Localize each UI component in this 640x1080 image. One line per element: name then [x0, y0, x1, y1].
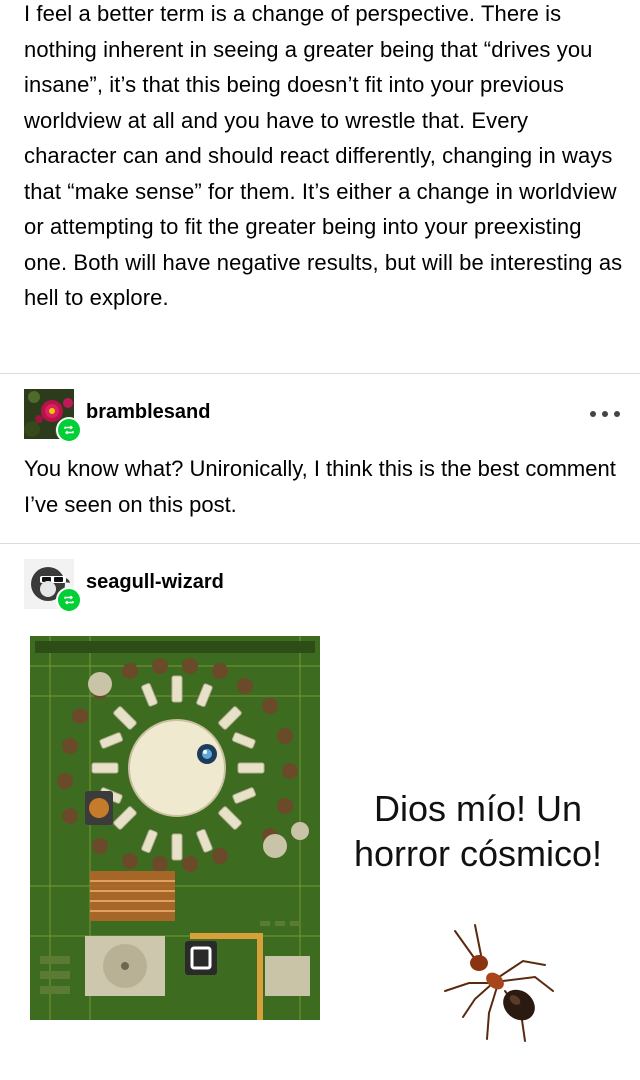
reblog-header-bramblesand: bramblesand: [24, 388, 210, 443]
dot-icon: [590, 411, 596, 417]
dot-icon: [602, 411, 608, 417]
dot-icon: [614, 411, 620, 417]
avatar-wrapper: [24, 559, 82, 613]
ant-image: [435, 921, 565, 1051]
reblog-header-seagull-wizard: seagull-wizard: [24, 558, 224, 613]
meme-caption: Dios mío! Un horror cósmico!: [353, 788, 603, 874]
post-divider: [0, 373, 640, 374]
reblog-comment: You know what? Unironically, I think thi…: [24, 456, 616, 517]
reblog-icon: [56, 587, 82, 613]
more-options-button[interactable]: [590, 404, 620, 424]
reblog-username[interactable]: bramblesand: [86, 401, 210, 424]
original-post-text: I feel a better term is a change of pers…: [24, 1, 623, 310]
reblog-username[interactable]: seagull-wizard: [86, 571, 224, 594]
reblog-icon: [56, 417, 82, 443]
circuit-board-image: [30, 636, 320, 1020]
reblog-divider: [0, 543, 640, 544]
meme-image: Dios mío! Un horror cósmico!: [30, 636, 640, 1080]
avatar-wrapper: [24, 389, 82, 443]
